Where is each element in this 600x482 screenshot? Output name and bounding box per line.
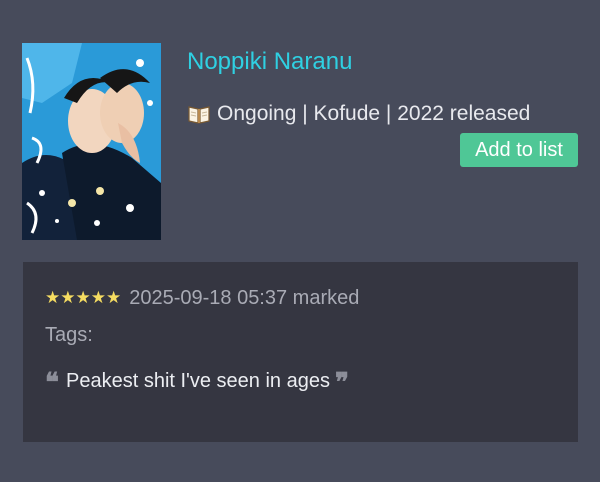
manga-cover-image[interactable] (22, 43, 161, 240)
status-text: Ongoing (217, 102, 297, 125)
review-card: ★★★★★ 2025-09-18 05:37 marked Tags: ❝ Pe… (23, 262, 578, 442)
tags-label: Tags: (45, 324, 93, 346)
open-quote-icon: ❝ (45, 368, 59, 398)
release-year-text: 2022 released (397, 102, 531, 125)
meta-separator: | (296, 102, 314, 125)
author-text: Kofude (313, 102, 381, 125)
manga-title[interactable]: Noppiki Naranu (187, 48, 352, 76)
close-quote-icon: ❞ (334, 368, 349, 398)
rating-line: ★★★★★ 2025-09-18 05:37 marked (45, 286, 359, 310)
book-icon (187, 103, 211, 125)
rating-stars: ★★★★★ (45, 288, 122, 308)
meta-separator: | (380, 102, 398, 125)
manga-meta-info: Ongoing | Kofude | 2022 released (187, 100, 530, 128)
add-to-list-button[interactable]: Add to list (460, 133, 578, 167)
comment-text: Peakest shit I've seen in ages (66, 369, 330, 392)
marked-timestamp: 2025-09-18 05:37 marked (129, 286, 360, 309)
review-comment: ❝ Peakest shit I've seen in ages ❞ (45, 368, 349, 398)
